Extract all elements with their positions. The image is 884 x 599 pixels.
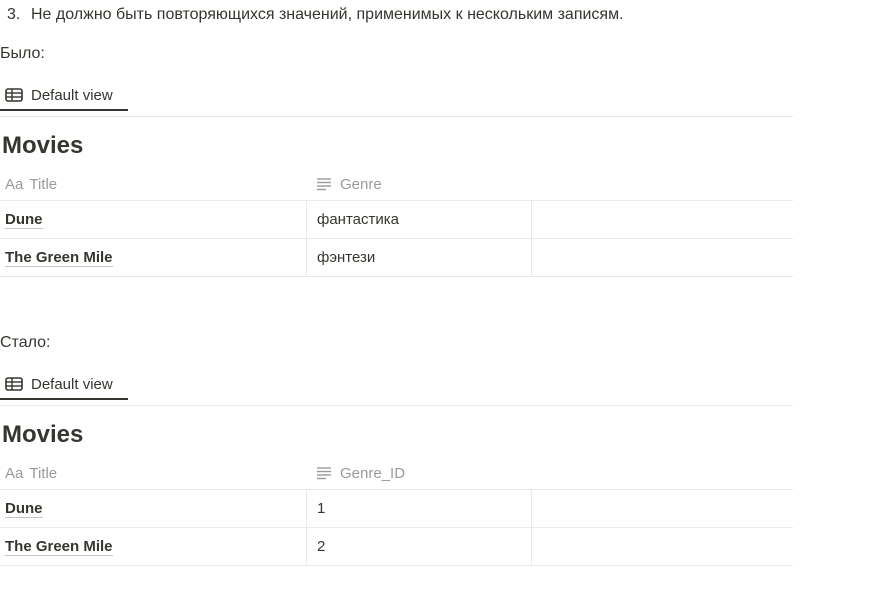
numbered-list-item: 3. Не должно быть повторяющихся значений,…: [7, 6, 624, 24]
section-label-before: Было:: [0, 45, 45, 62]
column-header-genre-id[interactable]: Genre_ID: [306, 457, 531, 489]
title-cell[interactable]: Dune: [0, 490, 306, 527]
table-row: Dune фантастика: [0, 201, 793, 239]
genre-id-cell[interactable]: 2: [306, 528, 531, 565]
table-icon: [5, 377, 23, 391]
tab-label: Default view: [31, 375, 113, 393]
database-table: Aa Title Genre Dune фантастика The Green…: [0, 168, 793, 277]
title-cell[interactable]: Dune: [0, 201, 306, 238]
row-title-link[interactable]: The Green Mile: [5, 538, 113, 556]
text-aa-icon: Aa: [5, 175, 24, 193]
cell-value: фэнтези: [317, 249, 376, 266]
column-header-label: Title: [29, 464, 58, 482]
empty-cell[interactable]: [531, 490, 793, 527]
tab-default-view[interactable]: Default view: [0, 370, 128, 400]
column-header-title[interactable]: Aa Title: [0, 168, 306, 200]
database-title: Movies: [2, 421, 84, 448]
cell-value: 1: [317, 500, 326, 517]
list-number: 3.: [7, 6, 21, 23]
cell-value: 2: [317, 538, 326, 555]
column-header-label: Genre: [340, 175, 382, 193]
title-cell[interactable]: The Green Mile: [0, 239, 306, 276]
list-text: Не должно быть повторяющихся значений, п…: [31, 6, 624, 23]
tab-label: Default view: [31, 86, 113, 104]
tab-default-view[interactable]: Default view: [0, 81, 128, 111]
genre-cell[interactable]: фантастика: [306, 201, 531, 238]
tab-divider: [0, 405, 793, 406]
database-table: Aa Title Genre_ID Dune 1 The Green Mile …: [0, 457, 793, 566]
row-title-link[interactable]: Dune: [5, 211, 43, 229]
table-row: Dune 1: [0, 490, 793, 528]
section-label-after: Стало:: [0, 334, 51, 351]
tab-divider: [0, 116, 793, 117]
table-row: The Green Mile 2: [0, 528, 793, 566]
table-icon: [5, 88, 23, 102]
table-row: The Green Mile фэнтези: [0, 239, 793, 277]
row-title-link[interactable]: Dune: [5, 500, 43, 518]
lines-icon: [316, 466, 332, 480]
column-header-label: Genre_ID: [340, 464, 406, 482]
genre-cell[interactable]: фэнтези: [306, 239, 531, 276]
empty-cell[interactable]: [531, 528, 793, 565]
cell-value: фантастика: [317, 211, 399, 228]
row-title-link[interactable]: The Green Mile: [5, 249, 113, 267]
database-title: Movies: [2, 132, 84, 159]
text-aa-icon: Aa: [5, 464, 24, 482]
column-header-title[interactable]: Aa Title: [0, 457, 306, 489]
empty-cell[interactable]: [531, 201, 793, 238]
table-header-row: Aa Title Genre: [0, 168, 793, 201]
lines-icon: [316, 177, 332, 191]
column-header-label: Title: [29, 175, 58, 193]
title-cell[interactable]: The Green Mile: [0, 528, 306, 565]
table-header-row: Aa Title Genre_ID: [0, 457, 793, 490]
column-header-genre[interactable]: Genre: [306, 168, 531, 200]
empty-cell[interactable]: [531, 239, 793, 276]
genre-id-cell[interactable]: 1: [306, 490, 531, 527]
